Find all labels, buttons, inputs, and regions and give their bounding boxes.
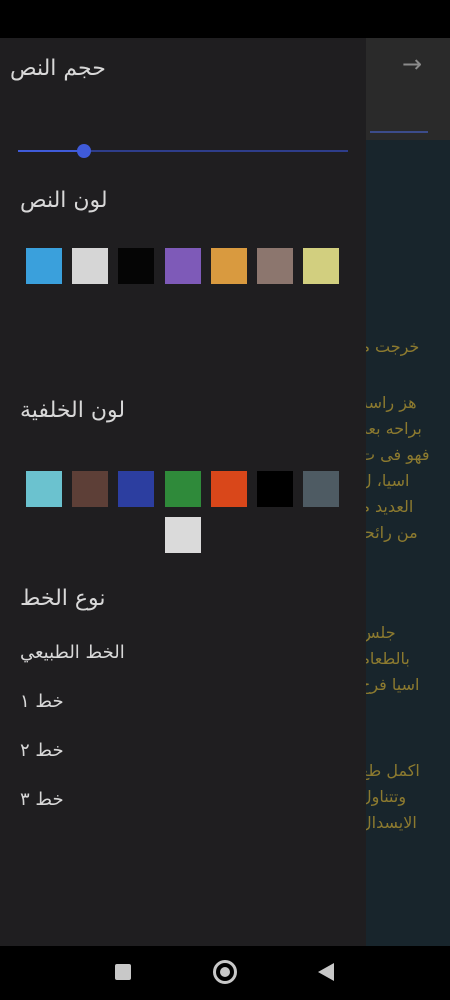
arrow-right-icon[interactable]: →: [398, 50, 426, 78]
status-bar: [0, 0, 450, 38]
background-color-swatch[interactable]: [211, 471, 247, 507]
background-color-swatch[interactable]: [303, 471, 339, 507]
font-option-3[interactable]: خط ٣: [20, 789, 64, 810]
reader-line: بالطعام: [360, 649, 410, 668]
text-color-label: لون النص: [20, 188, 108, 213]
background-color-label: لون الخلفية: [20, 398, 126, 423]
reader-line: جلس: [360, 623, 396, 642]
reader-line: براحه بعد: [360, 419, 422, 438]
reader-paragraph: خرجت م: [360, 334, 450, 360]
settings-drawer: حجم النص لون النص لون الخلفية نوع الخط ا…: [0, 38, 366, 946]
text-color-swatch[interactable]: [257, 248, 293, 284]
text-color-swatch[interactable]: [303, 248, 339, 284]
reader-line: خرجت م: [360, 337, 420, 356]
font-type-label: نوع الخط: [20, 586, 106, 611]
tab-indicator: [370, 131, 428, 133]
reader-paragraph: هز راسه براحه بعد فهو فى ت اسيا، ل العدي…: [360, 390, 450, 546]
text-color-swatch[interactable]: [118, 248, 154, 284]
reader-line: وتتناول: [360, 787, 407, 806]
reader-line: اسيا فرح: [360, 675, 420, 694]
text-size-label: حجم النص: [10, 56, 106, 81]
background-color-swatch[interactable]: [72, 471, 108, 507]
reader-line: الايسدال: [360, 813, 417, 832]
text-size-slider-thumb[interactable]: [77, 144, 91, 158]
background-color-swatch[interactable]: [165, 471, 201, 507]
background-color-swatch[interactable]: [26, 471, 62, 507]
text-color-swatch[interactable]: [26, 248, 62, 284]
font-option-1[interactable]: خط ١: [20, 691, 64, 712]
reader-line: فهو فى ت: [360, 445, 430, 464]
reader-line: العديد م: [360, 497, 414, 516]
triangle-back-icon[interactable]: [318, 963, 334, 981]
reader-paragraph: اكمل طع وتتناول الايسدال: [360, 758, 450, 836]
text-color-swatch[interactable]: [211, 248, 247, 284]
text-color-swatch[interactable]: [72, 248, 108, 284]
background-color-swatch[interactable]: [257, 471, 293, 507]
square-icon[interactable]: [115, 964, 131, 980]
system-nav-bar: [0, 946, 450, 1000]
reader-line: اكمل طع: [360, 761, 420, 780]
text-size-slider-fill: [18, 150, 84, 152]
reader-line: اسيا، ل: [360, 471, 410, 490]
background-color-swatch[interactable]: [165, 517, 201, 553]
reader-line: من رائحا: [360, 523, 418, 542]
font-option-2[interactable]: خط ٢: [20, 740, 64, 761]
reader-paragraph: جلس بالطعام اسيا فرح: [360, 620, 450, 698]
circle-icon[interactable]: [213, 960, 237, 984]
background-color-swatch[interactable]: [118, 471, 154, 507]
reader-line: هز راسه: [360, 393, 417, 412]
font-option-default[interactable]: الخط الطبيعي: [20, 642, 125, 663]
text-color-swatch[interactable]: [165, 248, 201, 284]
